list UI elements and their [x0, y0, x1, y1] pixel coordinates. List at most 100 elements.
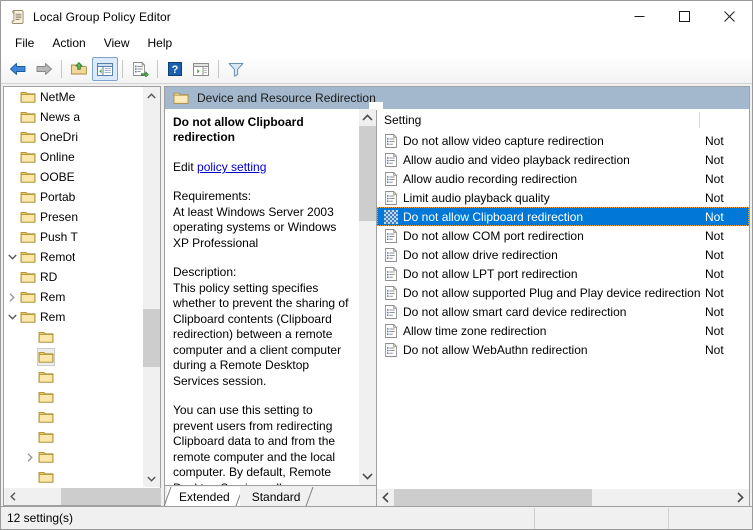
help-icon[interactable]: ?	[162, 57, 188, 81]
table-row[interactable]: Do not allow smart card device redirecti…	[377, 302, 749, 321]
tree-scroll-up-icon[interactable]	[143, 87, 160, 104]
toolbar-separator	[218, 60, 219, 78]
panes: Do not allow Clipboard redirection Edit …	[163, 109, 749, 506]
settings-list[interactable]: Do not allow video capture redirection No…	[377, 131, 749, 488]
tree-item[interactable]: News a	[4, 107, 142, 127]
tree-item[interactable]: Push T	[4, 227, 142, 247]
list-scroll-right-icon[interactable]	[732, 489, 749, 506]
table-row[interactable]: Allow audio recording redirection Not	[377, 169, 749, 188]
tree-item[interactable]	[4, 327, 142, 347]
tab-standard[interactable]: Standard	[239, 487, 314, 506]
column-header-setting[interactable]: Setting	[377, 113, 421, 127]
extended-scroll-down-icon[interactable]	[359, 468, 376, 485]
policy-setting-icon	[383, 228, 399, 244]
tree-item-label: NetMe	[40, 90, 76, 104]
console-tree[interactable]: NetMe News a OneDri Online OOBE Portab Presen P…	[4, 87, 142, 487]
menu-view[interactable]: View	[95, 33, 139, 54]
tree-item[interactable]	[4, 407, 142, 427]
list-horizontal-scrollbar[interactable]	[377, 488, 749, 506]
menu-help[interactable]: Help	[139, 33, 182, 54]
policy-setting-link[interactable]: policy setting	[197, 160, 266, 174]
tree-item[interactable]	[4, 387, 142, 407]
table-row[interactable]: Do not allow WebAuthn redirection Not	[377, 340, 749, 359]
table-row[interactable]: Limit audio playback quality Not	[377, 188, 749, 207]
chevron-right-icon[interactable]	[4, 289, 20, 305]
tree-item[interactable]: OneDri	[4, 127, 142, 147]
policy-setting-icon	[383, 133, 399, 149]
chevron-right-icon[interactable]	[22, 449, 38, 465]
tree-scroll-track[interactable]	[143, 104, 160, 470]
tree-item[interactable]: Online	[4, 147, 142, 167]
settings-list-pane: Setting Do not allow video capture redir…	[377, 109, 749, 506]
chevron-down-icon[interactable]	[4, 309, 20, 325]
extended-scroll-up-icon[interactable]	[359, 109, 376, 126]
tree-hscroll-track[interactable]	[21, 488, 161, 505]
folder-icon	[20, 289, 36, 305]
show-hide-action-pane-icon[interactable]	[188, 57, 214, 81]
tree-scroll-left-icon[interactable]	[4, 488, 21, 505]
tree-item[interactable]: Presen	[4, 207, 142, 227]
list-hscroll-track[interactable]	[394, 489, 732, 506]
table-row[interactable]: Allow audio and video playback redirecti…	[377, 150, 749, 169]
tree-item[interactable]	[4, 367, 142, 387]
tree-item[interactable]: Rem	[4, 307, 142, 327]
tree-item[interactable]: NetMe	[4, 87, 142, 107]
setting-state: Not	[705, 190, 724, 205]
list-scroll-left-icon[interactable]	[377, 489, 394, 506]
menu-action[interactable]: Action	[43, 33, 94, 54]
menu-file[interactable]: File	[6, 33, 43, 54]
tree-item[interactable]: OOBE	[4, 167, 142, 187]
tree-item[interactable]: Rem	[4, 287, 142, 307]
table-row[interactable]: Allow time zone redirection Not	[377, 321, 749, 340]
table-row[interactable]: Do not allow COM port redirection Not	[377, 226, 749, 245]
table-row[interactable]: Do not allow drive redirection Not	[377, 245, 749, 264]
tree-item[interactable]	[4, 467, 142, 487]
filter-icon[interactable]	[223, 57, 249, 81]
column-divider[interactable]	[699, 112, 700, 128]
tree-scroll-thumb[interactable]	[143, 309, 160, 367]
tree-scroll-down-icon[interactable]	[143, 470, 160, 487]
minimize-button[interactable]	[617, 1, 662, 32]
table-row[interactable]: Do not allow video capture redirection No…	[377, 131, 749, 150]
tree-item[interactable]	[4, 447, 142, 467]
folder-icon	[38, 329, 54, 345]
tree-item[interactable]: Remot	[4, 247, 142, 267]
tree-vertical-scrollbar[interactable]	[142, 87, 160, 487]
maximize-button[interactable]	[662, 1, 707, 32]
tree-hscroll-thumb[interactable]	[61, 488, 161, 505]
tree-item[interactable]: RD	[4, 267, 142, 287]
tree-item[interactable]: Portab	[4, 187, 142, 207]
list-hscroll-thumb[interactable]	[394, 489, 592, 506]
folder-icon	[37, 348, 55, 366]
extended-scroll-track[interactable]	[359, 126, 376, 468]
tree-item[interactable]	[4, 347, 142, 367]
extended-scroll-thumb[interactable]	[359, 126, 376, 221]
forward-icon[interactable]	[31, 57, 57, 81]
show-hide-console-tree-icon[interactable]	[92, 57, 118, 81]
setting-state: Not	[705, 342, 724, 357]
back-icon[interactable]	[5, 57, 31, 81]
table-row[interactable]: Do not allow LPT port redirection Not	[377, 264, 749, 283]
folder-icon	[20, 189, 36, 205]
setting-state: Not	[705, 247, 724, 262]
table-row[interactable]: Do not allow Clipboard redirection Not	[377, 207, 749, 226]
pane-header: Device and Resource Redirection	[165, 87, 749, 110]
properties-icon[interactable]	[127, 57, 153, 81]
tab-extended[interactable]: Extended	[163, 487, 244, 506]
up-one-level-icon[interactable]	[66, 57, 92, 81]
tree-horizontal-scrollbar[interactable]	[4, 487, 161, 505]
policy-setting-icon	[383, 190, 399, 206]
policy-setting-icon	[383, 209, 399, 225]
close-button[interactable]	[707, 1, 752, 32]
tree-item[interactable]	[4, 427, 142, 447]
table-row[interactable]: Do not allow supported Plug and Play dev…	[377, 283, 749, 302]
folder-icon	[38, 429, 54, 445]
chevron-down-icon[interactable]	[4, 249, 20, 265]
setting-name: Do not allow smart card device redirecti…	[403, 304, 627, 319]
extended-vertical-scrollbar[interactable]	[359, 109, 376, 485]
folder-icon	[38, 449, 54, 465]
